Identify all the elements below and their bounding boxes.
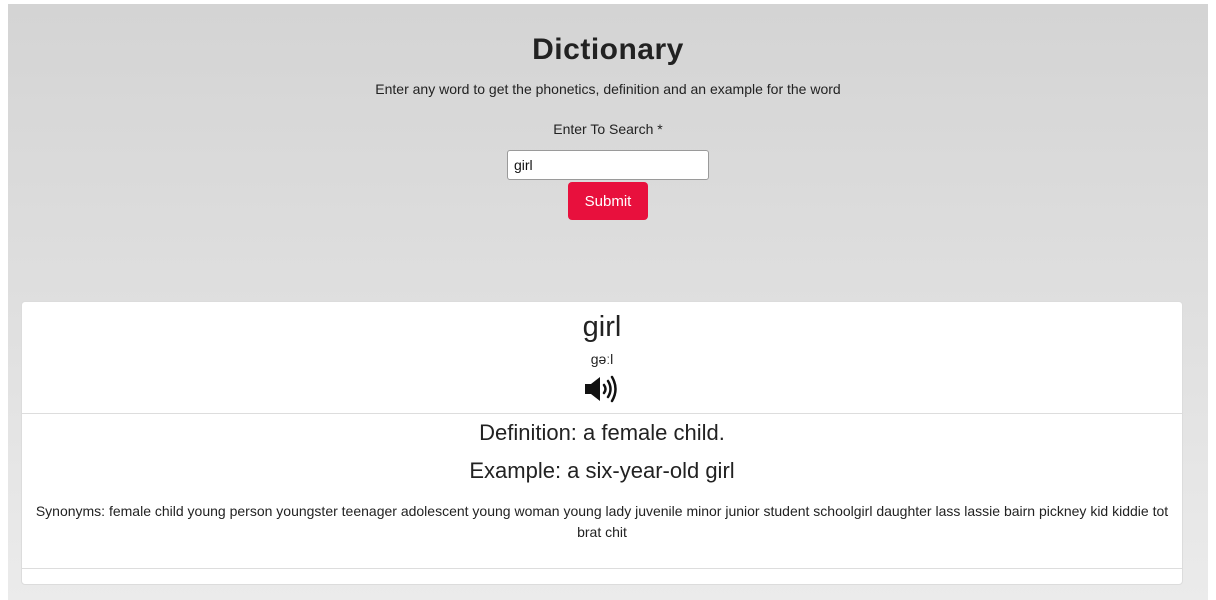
definition-text: Definition: a female child. — [479, 420, 725, 445]
result-word: girl — [582, 311, 622, 343]
search-input[interactable] — [507, 150, 709, 180]
search-section: Dictionary Enter any word to get the pho… — [8, 4, 1208, 220]
page-title: Dictionary — [532, 33, 684, 66]
word-header: girl ɡəːl — [22, 302, 1182, 414]
submit-button[interactable]: Submit — [568, 182, 648, 220]
search-label: Enter To Search * — [553, 121, 663, 137]
speaker-volume-icon[interactable] — [581, 374, 623, 404]
synonyms-text: Synonyms: female child young person youn… — [35, 503, 1169, 540]
phonetic-text: ɡəːl — [590, 351, 614, 367]
dictionary-page: Dictionary Enter any word to get the pho… — [8, 4, 1208, 600]
result-card: girl ɡəːl Definition: a female child. Ex… — [21, 301, 1183, 585]
definition-section: Definition: a female child. Example: a s… — [22, 414, 1182, 569]
page-subtitle: Enter any word to get the phonetics, def… — [375, 81, 841, 97]
example-text: Example: a six-year-old girl — [469, 458, 735, 483]
